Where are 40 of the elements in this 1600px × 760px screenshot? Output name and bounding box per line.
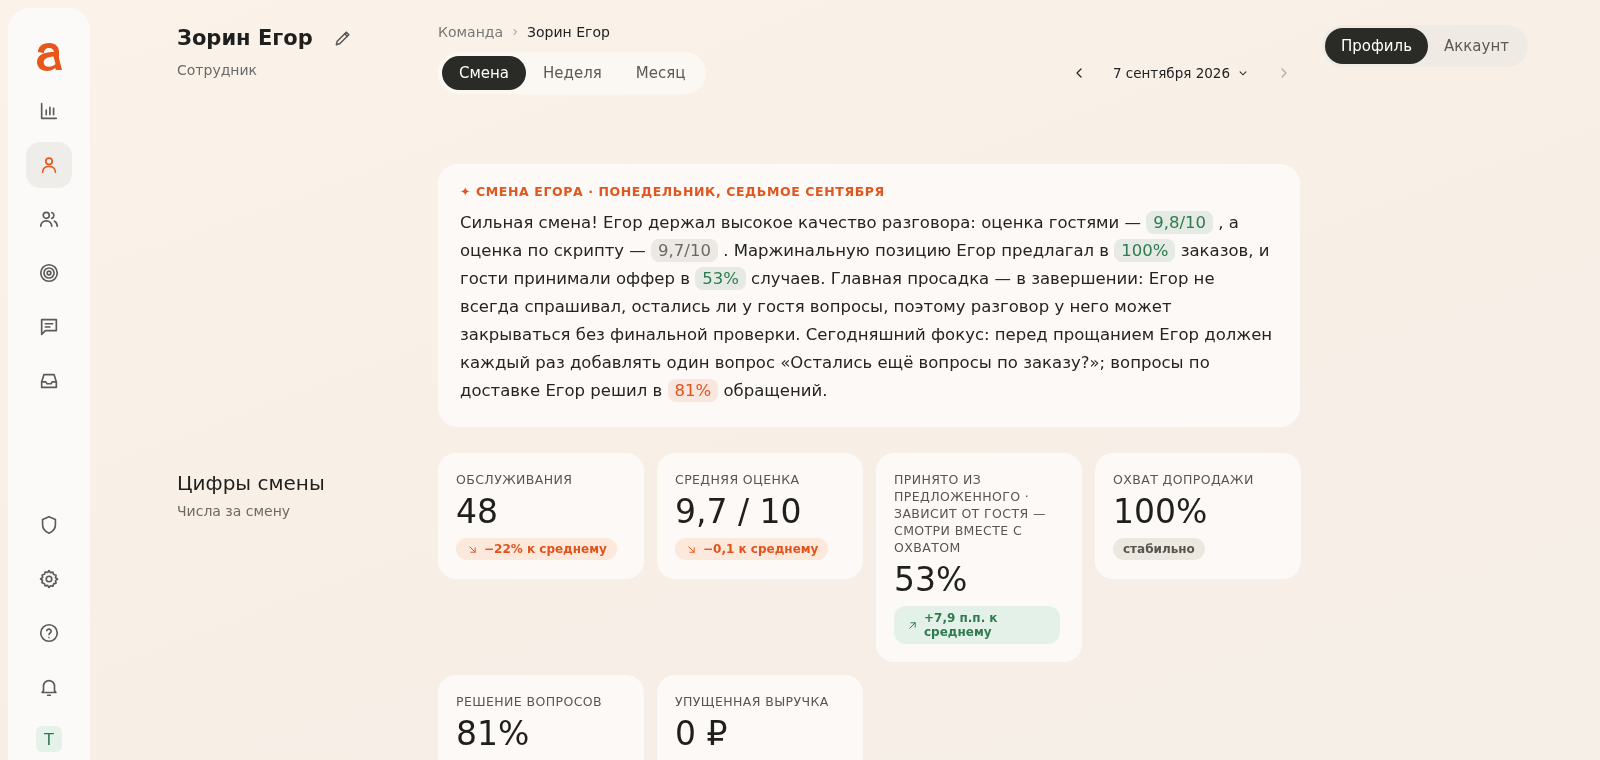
trend-badge: −0,1 к среднему — [675, 538, 829, 560]
nav-item[interactable] — [26, 142, 72, 188]
stat-value: 53% — [894, 560, 969, 600]
trend-badge: стабильно — [1113, 538, 1205, 560]
stat-label: СРЕДНЯЯ ОЦЕНКА — [675, 471, 801, 488]
trend-badge: −22% к среднему — [456, 538, 617, 560]
stat-value: 0 ₽ — [675, 714, 729, 754]
help-icon — [38, 622, 60, 644]
tab[interactable]: Аккаунт — [1428, 28, 1525, 64]
employee-role: Сотрудник — [177, 62, 259, 78]
stat-label: РЕШЕНИЕ ВОПРОСОВ — [456, 693, 604, 710]
stat-value: 9,7 / 10 — [675, 492, 803, 532]
stat-label: ПРИНЯТО ИЗ ПРЕДЛОЖЕННОГО · ЗАВИСИТ ОТ ГОСТЯ — СМОТРИ ВМЕСТЕ С ОХВАТОМ — [894, 471, 1047, 556]
bar-chart-icon — [38, 100, 60, 122]
date-picker[interactable]: 7 сентября 2026 — [1112, 65, 1250, 81]
target-icon — [38, 262, 60, 284]
breadcrumb-link[interactable]: Команда — [438, 24, 504, 40]
stat-label: ОХВАТ ДОПРОДАЖИ — [1113, 471, 1255, 488]
tab[interactable]: Месяц — [618, 56, 703, 90]
stat-label: УПУЩЕННАЯ ВЫРУЧКА — [675, 693, 830, 710]
summary-text: Сильная смена! Егор держал высокое качество разговора: оценка гостями — 9,8/10 , а оценка по скрипту — 9,7/10 . Маржинальную позицию Егор предлагал в 100% заказов, и гости принимали оффер в 53% случаев. Главная просадка — в завершении: Егор не всегда спрашивал, остались ли у гостя вопросы, поэтому разговор у него может закрываться без финальной проверки. Сегодняшний фокус: перед прощанием Егор должен каждый раз добавлять один вопрос «Остались ещё вопросы по заказу?»; вопросы по доставке Егор решил в 81% обращений. — [460, 210, 1274, 404]
stat-value: 48 — [456, 492, 499, 532]
settings-icon — [38, 568, 60, 590]
pencil-icon — [333, 28, 353, 48]
tab[interactable]: Профиль — [1325, 28, 1428, 64]
edit-button[interactable] — [333, 28, 353, 48]
employee-name: Зорин Егор — [177, 26, 314, 50]
tab[interactable]: Неделя — [526, 56, 619, 90]
breadcrumb-current[interactable]: Зорин Егор — [527, 24, 610, 40]
summary-heading: ✦ СМЕНА ЕГОРА · ПОНЕДЕЛЬНИК, СЕДЬМОЕ СЕНТЯБРЯ — [460, 184, 886, 199]
section-title: Цифры смены — [177, 471, 326, 495]
app-logo — [35, 42, 63, 72]
message-icon — [38, 316, 60, 338]
tab[interactable]: Смена — [442, 56, 527, 90]
section-subtitle: Числа за смену — [177, 503, 292, 519]
stat-value: 100% — [1113, 492, 1209, 532]
trend-badge: +7,9 п.п. к среднему — [894, 606, 1060, 644]
user-avatar[interactable]: Т — [36, 726, 62, 752]
stat-label: ОБСЛУЖИВАНИЯ — [456, 471, 574, 488]
stat-value: 81% — [456, 714, 531, 754]
